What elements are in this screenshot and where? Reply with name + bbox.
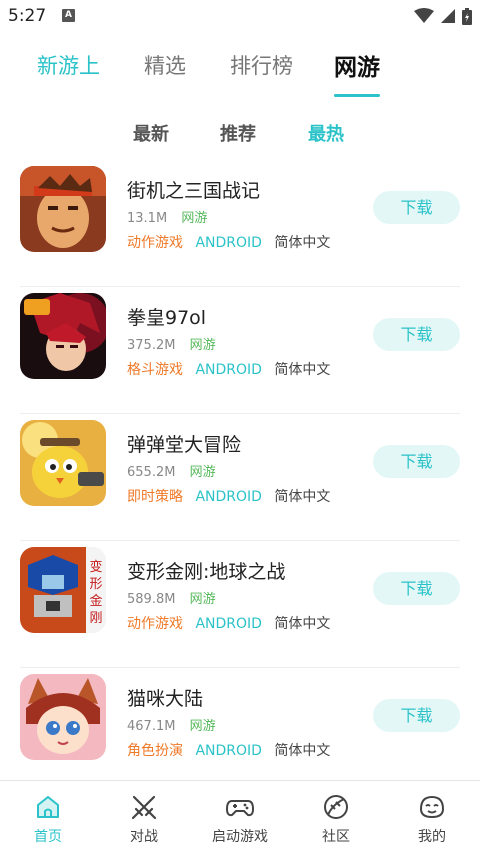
game-list: 街机之三国战记 13.1M 网游 动作游戏 ANDROID 简体中文 下载 拳皇…: [20, 160, 460, 795]
nav-battle[interactable]: 对战: [96, 781, 192, 855]
download-button[interactable]: 下载: [373, 191, 460, 224]
game-title: 弹弹堂大冒险: [127, 434, 242, 456]
platform-tag: ANDROID: [195, 235, 262, 251]
game-size: 13.1M: [127, 211, 168, 226]
game-type: 网游: [181, 211, 208, 226]
nav-home[interactable]: 首页: [0, 781, 96, 855]
language-tag: 简体中文: [274, 489, 331, 505]
list-item[interactable]: 猫咪大陆 467.1M 网游 角色扮演 ANDROID 简体中文 下载: [20, 668, 460, 795]
tab-online-games[interactable]: 网游: [334, 48, 380, 82]
icon-text-glyph: 形: [89, 577, 102, 592]
game-size: 589.8M: [127, 592, 176, 607]
platform-tag: ANDROID: [195, 743, 262, 759]
crossed-swords-icon: [131, 795, 157, 820]
game-tags: 动作游戏 ANDROID 简体中文: [127, 232, 330, 252]
download-button[interactable]: 下载: [373, 699, 460, 732]
active-tab-indicator: [334, 94, 380, 97]
nav-label: 我的: [418, 829, 446, 845]
list-item[interactable]: 拳皇97ol 375.2M 网游 格斗游戏 ANDROID 简体中文 下载: [20, 287, 460, 414]
nav-launch-game[interactable]: 启动游戏: [192, 781, 288, 855]
download-button[interactable]: 下载: [373, 445, 460, 478]
system-icons: [414, 7, 472, 25]
planet-icon: [324, 795, 348, 819]
bottom-nav: 首页 对战 启动游戏 社区 我的: [0, 780, 480, 855]
game-tags: 格斗游戏 ANDROID 简体中文: [127, 359, 330, 379]
battery-icon: [462, 7, 472, 25]
nav-mine[interactable]: 我的: [384, 781, 480, 855]
ddt-chick-icon: [20, 420, 106, 506]
sort-tabs: 最新 推荐 最热: [0, 116, 480, 150]
status-time: 5:27: [8, 6, 47, 26]
platform-tag: ANDROID: [195, 362, 262, 378]
nav-label: 社区: [322, 829, 350, 845]
icon-text-glyph: 变: [89, 559, 102, 575]
platform-tag: ANDROID: [195, 489, 262, 505]
game-size: 467.1M: [127, 719, 176, 734]
cat-girl-icon: [20, 674, 106, 760]
nav-label: 启动游戏: [212, 829, 268, 845]
kof-fighter-icon: [20, 293, 106, 379]
language-tag: 简体中文: [274, 235, 331, 251]
list-item[interactable]: 街机之三国战记 13.1M 网游 动作游戏 ANDROID 简体中文 下载: [20, 160, 460, 287]
genre-tag: 即时策略: [127, 489, 183, 505]
three-kingdoms-warrior-icon: [20, 166, 106, 252]
language-tag: 简体中文: [274, 616, 331, 632]
genre-tag: 动作游戏: [127, 616, 183, 632]
icon-text-glyph: 金: [89, 593, 102, 609]
game-size: 655.2M: [127, 465, 176, 480]
gamepad-icon: [226, 800, 254, 817]
language-tag: 简体中文: [274, 743, 331, 759]
status-bar: 5:27 A: [0, 0, 480, 32]
signal-icon: [441, 9, 455, 23]
game-meta: 375.2M 网游: [127, 334, 216, 353]
game-meta: 589.8M 网游: [127, 588, 216, 607]
wifi-icon: [414, 8, 434, 23]
download-button[interactable]: 下载: [373, 572, 460, 605]
game-tags: 即时策略 ANDROID 简体中文: [127, 486, 330, 506]
tab-new-games[interactable]: 新游上: [37, 50, 100, 80]
subtab-recommended[interactable]: 推荐: [220, 120, 256, 146]
genre-tag: 格斗游戏: [127, 362, 183, 378]
game-tags: 角色扮演 ANDROID 简体中文: [127, 740, 330, 760]
game-meta: 13.1M 网游: [127, 207, 207, 226]
nav-label: 首页: [34, 829, 62, 845]
game-tags: 动作游戏 ANDROID 简体中文: [127, 613, 330, 633]
nav-label: 对战: [130, 829, 158, 845]
game-title: 变形金刚:地球之战: [127, 561, 286, 583]
top-tabs: 新游上 精选 排行榜 网游: [0, 44, 480, 100]
game-meta: 655.2M 网游: [127, 461, 216, 480]
game-type: 网游: [189, 592, 216, 607]
platform-tag: ANDROID: [195, 616, 262, 632]
game-title: 拳皇97ol: [127, 307, 207, 329]
smiley-face-icon: [419, 795, 445, 819]
game-type: 网游: [189, 719, 216, 734]
list-item[interactable]: 变形金刚 变形金刚:地球之战 589.8M 网游 动作游戏 ANDROID 简体…: [20, 541, 460, 668]
tab-ranking[interactable]: 排行榜: [230, 50, 293, 80]
game-size: 375.2M: [127, 338, 176, 353]
download-button[interactable]: 下载: [373, 318, 460, 351]
subtab-hottest[interactable]: 最热: [308, 120, 344, 146]
game-meta: 467.1M 网游: [127, 715, 216, 734]
game-type: 网游: [189, 338, 216, 353]
genre-tag: 角色扮演: [127, 743, 183, 759]
icon-text-glyph: 刚: [89, 611, 102, 626]
notification-icon: A: [62, 9, 75, 22]
nav-community[interactable]: 社区: [288, 781, 384, 855]
home-icon: [37, 796, 59, 818]
subtab-latest[interactable]: 最新: [133, 120, 169, 146]
game-title: 猫咪大陆: [127, 688, 204, 710]
game-title: 街机之三国战记: [127, 180, 261, 202]
game-type: 网游: [189, 465, 216, 480]
genre-tag: 动作游戏: [127, 235, 183, 251]
transformers-robot-icon: 变形金刚: [20, 547, 106, 633]
tab-featured[interactable]: 精选: [144, 50, 186, 80]
language-tag: 简体中文: [274, 362, 331, 378]
list-item[interactable]: 弹弹堂大冒险 655.2M 网游 即时策略 ANDROID 简体中文 下载: [20, 414, 460, 541]
